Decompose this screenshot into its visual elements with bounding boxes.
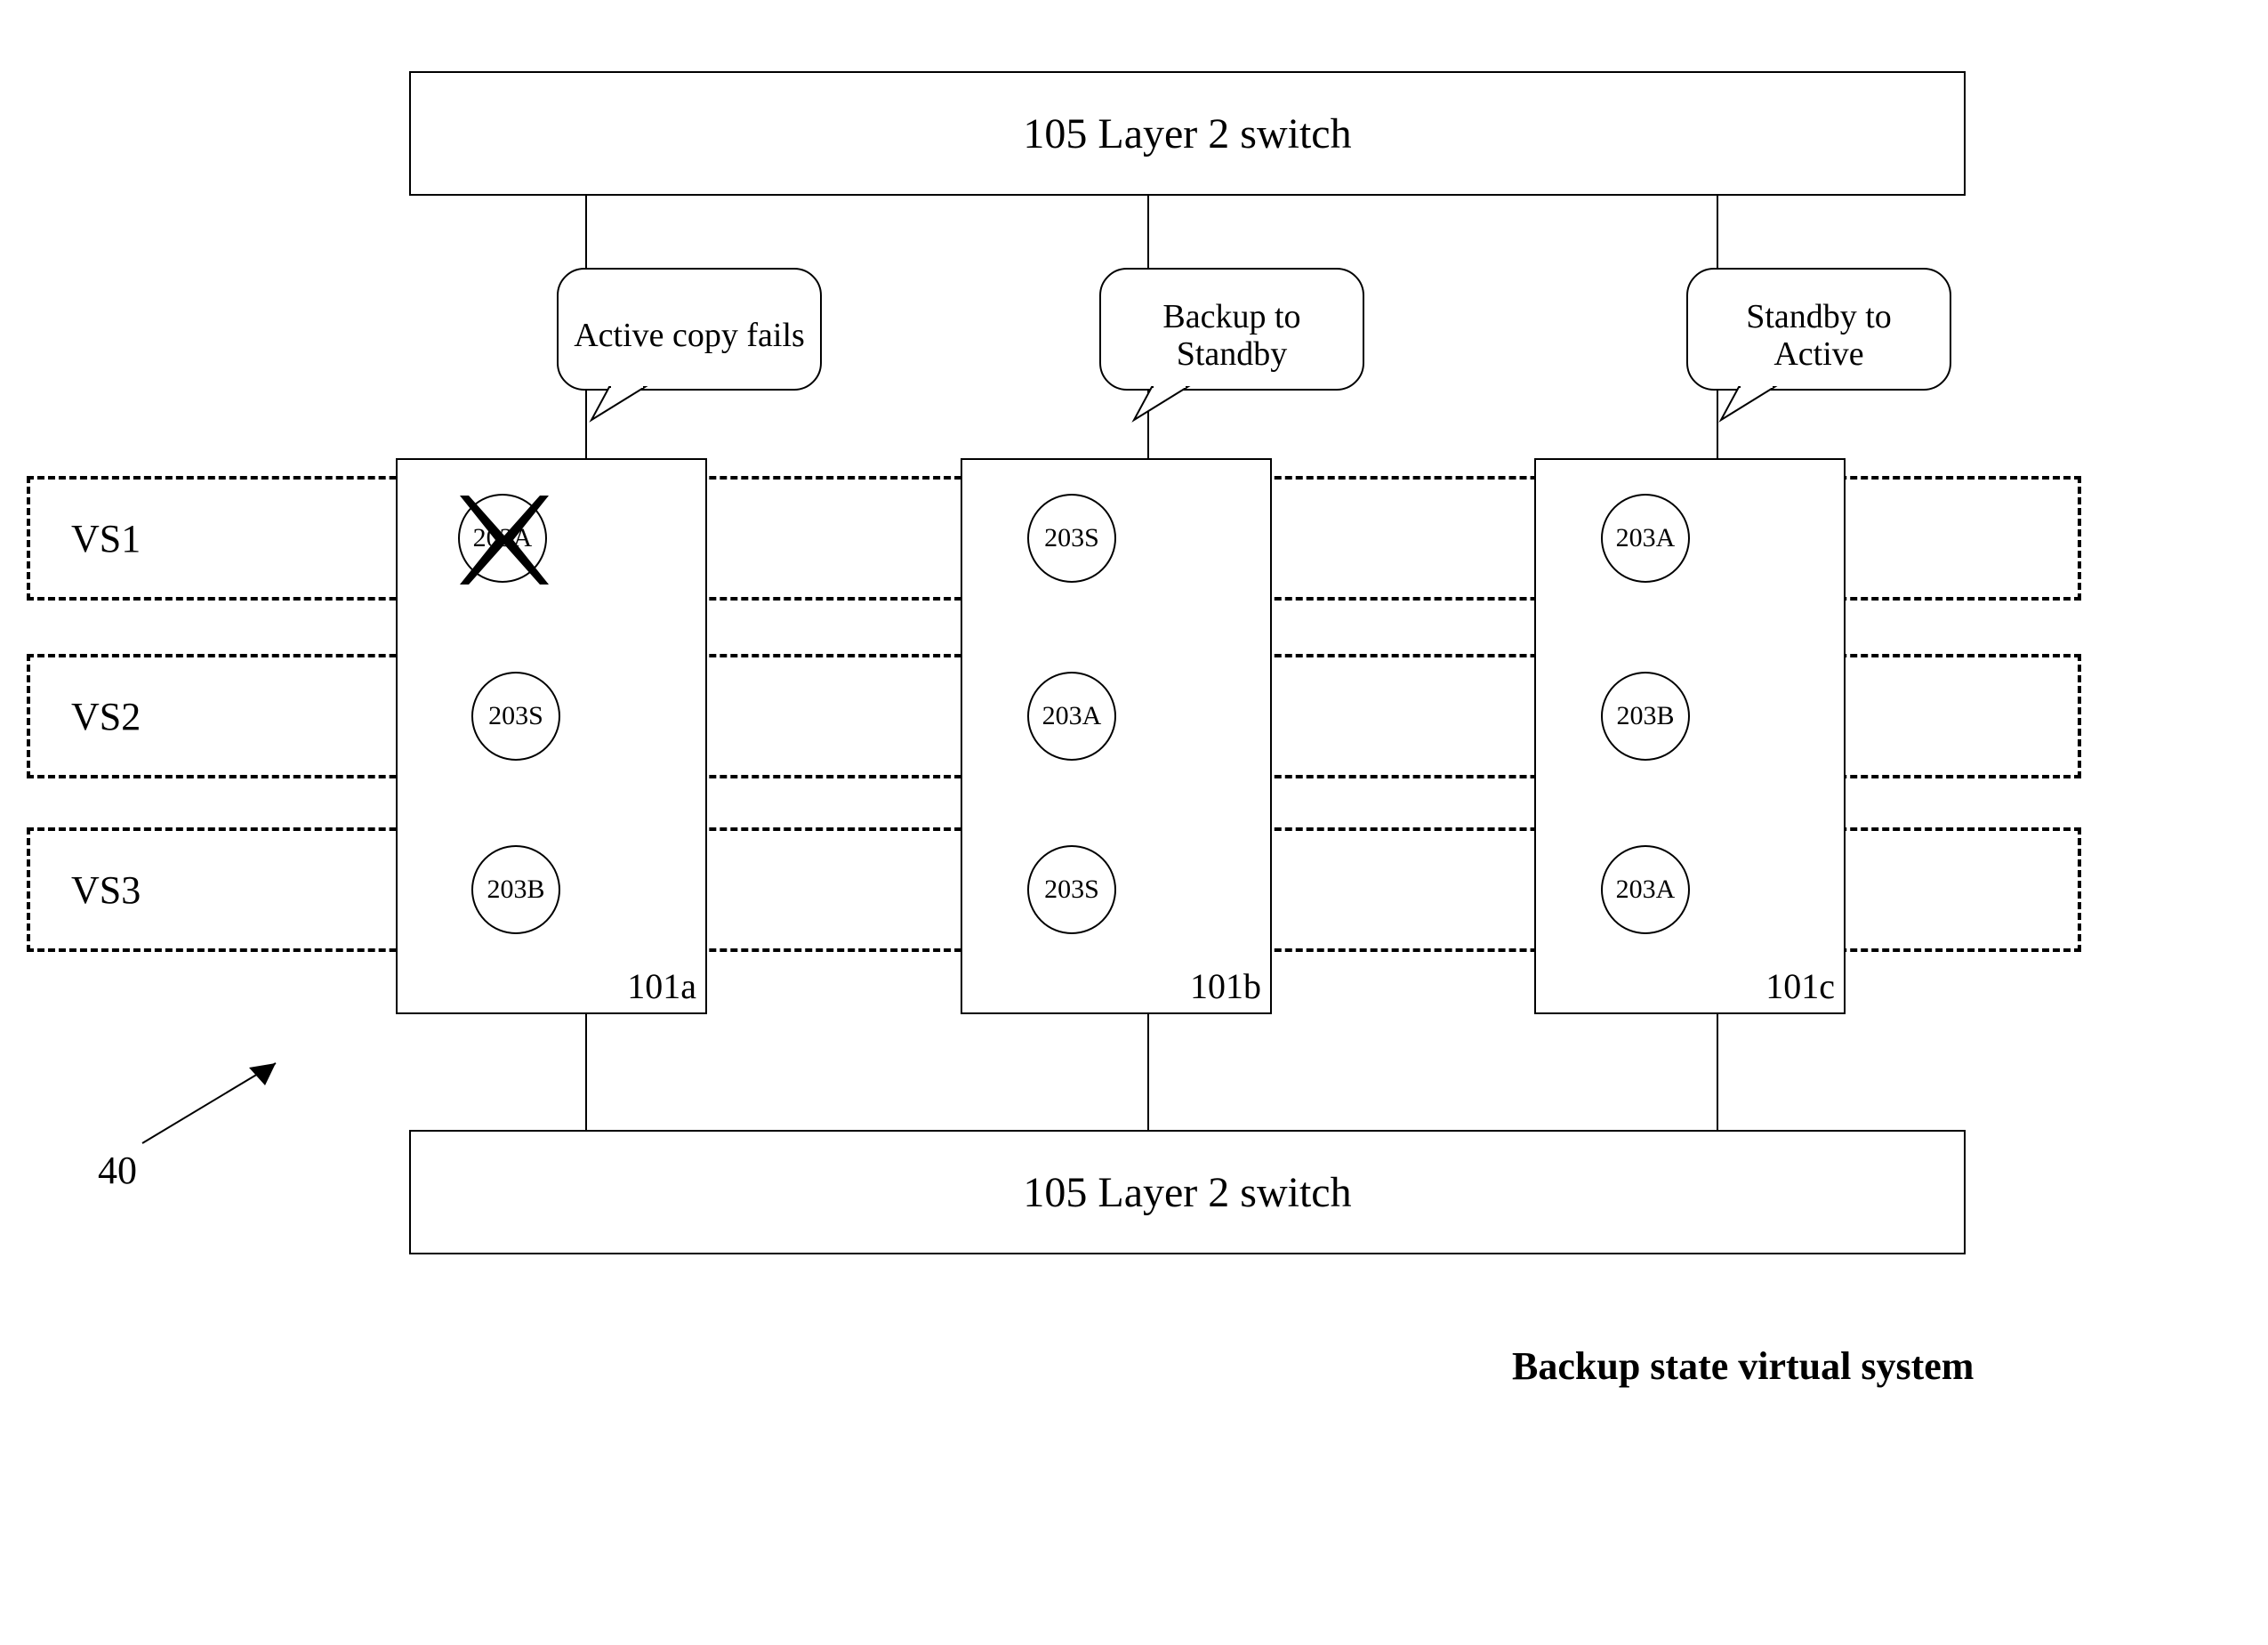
host-b-box: 101b <box>961 458 1272 1014</box>
node-a-vs3-label: 203B <box>487 875 544 905</box>
node-c-vs1: 203A <box>1601 494 1690 583</box>
bubble-standby-to-active: Standby to Active <box>1685 267 1952 423</box>
bubble-a-text: Active copy fails <box>556 267 823 423</box>
node-a-vs1-label: 203A <box>473 523 533 553</box>
vs2-label: VS2 <box>71 694 141 739</box>
node-a-vs1: 203A <box>458 494 547 583</box>
node-b-vs1: 203S <box>1027 494 1116 583</box>
node-c-vs3-label: 203A <box>1616 875 1676 905</box>
figure-ref-arrow <box>116 1045 311 1152</box>
vs3-label: VS3 <box>71 867 141 913</box>
node-a-vs2: 203S <box>471 672 560 761</box>
bubble-backup-to-standby: Backup to Standby <box>1098 267 1365 423</box>
node-b-vs1-label: 203S <box>1044 523 1099 553</box>
node-b-vs3: 203S <box>1027 845 1116 934</box>
node-b-vs3-label: 203S <box>1044 875 1099 905</box>
diagram-canvas: 105 Layer 2 switch Active copy fails Bac… <box>0 0 2268 1645</box>
bottom-switch-box: 105 Layer 2 switch <box>409 1130 1966 1254</box>
host-a-label: 101a <box>627 965 696 1007</box>
node-c-vs3: 203A <box>1601 845 1690 934</box>
host-c-box: 101c <box>1534 458 1846 1014</box>
node-a-vs3: 203B <box>471 845 560 934</box>
top-switch-box: 105 Layer 2 switch <box>409 71 1966 196</box>
connector-bottom-b <box>1147 1014 1149 1130</box>
bottom-switch-label: 105 Layer 2 switch <box>1023 1168 1351 1217</box>
node-c-vs1-label: 203A <box>1616 523 1676 553</box>
bubble-b-text: Backup to Standby <box>1098 267 1365 423</box>
node-b-vs2: 203A <box>1027 672 1116 761</box>
bubble-active-copy-fails: Active copy fails <box>556 267 823 423</box>
node-c-vs2-label: 203B <box>1616 701 1674 731</box>
host-c-label: 101c <box>1765 965 1835 1007</box>
node-c-vs2: 203B <box>1601 672 1690 761</box>
arrow-icon <box>116 1045 311 1152</box>
figure-caption: Backup state virtual system <box>1512 1343 1974 1389</box>
vs1-label: VS1 <box>71 516 141 561</box>
bubble-c-text: Standby to Active <box>1685 267 1952 423</box>
figure-ref-number: 40 <box>98 1148 137 1193</box>
connector-bottom-c <box>1717 1014 1718 1130</box>
connector-bottom-a <box>585 1014 587 1130</box>
node-a-vs2-label: 203S <box>488 701 543 731</box>
top-switch-label: 105 Layer 2 switch <box>1023 109 1351 158</box>
host-b-label: 101b <box>1190 965 1261 1007</box>
node-b-vs2-label: 203A <box>1042 701 1102 731</box>
